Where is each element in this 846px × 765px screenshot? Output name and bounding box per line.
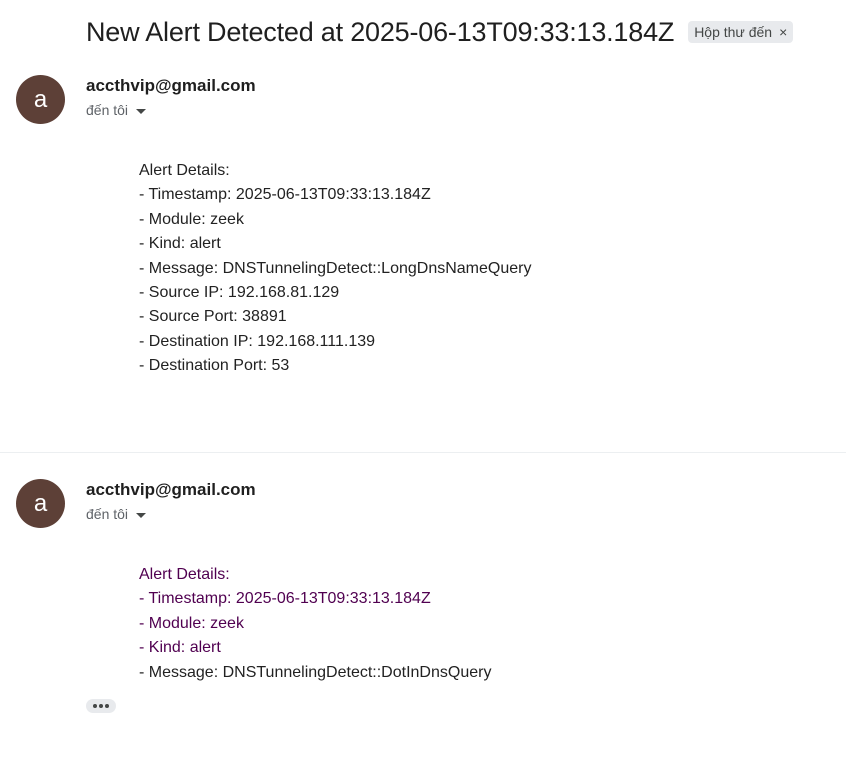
body-line: Alert Details:: [139, 162, 230, 179]
body-line: - Kind: alert: [139, 639, 221, 657]
inbox-label-text: Hộp thư đến: [694, 24, 773, 40]
body-line: - Timestamp: 2025-06-13T09:33:13.184Z: [139, 590, 431, 608]
remove-label-icon[interactable]: ×: [779, 24, 787, 40]
body-line: Alert Details:: [139, 566, 230, 583]
email-subject: New Alert Detected at 2025-06-13T09:33:1…: [86, 17, 675, 47]
body-line: - Module: zeek: [139, 614, 244, 632]
body-line: - Destination IP: 192.168.111.139: [139, 332, 376, 350]
body-line: - Module: zeek: [139, 210, 244, 228]
message-body: Alert Details: - Timestamp: 2025-06-13T0…: [139, 563, 491, 685]
message-divider: [0, 452, 846, 453]
caret-down-icon[interactable]: [136, 108, 147, 114]
body-line: - Destination Port: 53: [139, 357, 290, 375]
sender-email[interactable]: accthvip@gmail.com: [86, 480, 256, 500]
sender-avatar[interactable]: a: [16, 479, 65, 528]
body-line: - Source IP: 192.168.81.129: [139, 283, 340, 301]
message-body: Alert Details: - Timestamp: 2025-06-13T0…: [139, 159, 531, 379]
inbox-label-chip[interactable]: Hộp thư đến ×: [688, 21, 794, 43]
body-line: - Message: DNSTunnelingDetect::DotInDnsQ…: [139, 663, 492, 681]
sender-avatar[interactable]: a: [16, 75, 65, 124]
email-thread-view: New Alert Detected at 2025-06-13T09:33:1…: [0, 0, 846, 765]
body-line: - Source Port: 38891: [139, 308, 287, 326]
subject-row: New Alert Detected at 2025-06-13T09:33:1…: [86, 14, 794, 50]
show-trimmed-content-button[interactable]: [86, 699, 116, 713]
body-line: - Kind: alert: [139, 235, 221, 253]
recipient-text: đến tôi: [86, 102, 129, 118]
recipient-details-toggle[interactable]: đến tôi: [86, 102, 147, 118]
body-line: - Timestamp: 2025-06-13T09:33:13.184Z: [139, 186, 431, 204]
recipient-details-toggle[interactable]: đến tôi: [86, 506, 147, 522]
ellipsis-icon: [93, 704, 109, 708]
caret-down-icon[interactable]: [136, 512, 147, 518]
recipient-text: đến tôi: [86, 506, 129, 522]
body-line: - Message: DNSTunnelingDetect::LongDnsNa…: [139, 259, 532, 277]
sender-email[interactable]: accthvip@gmail.com: [86, 76, 256, 96]
